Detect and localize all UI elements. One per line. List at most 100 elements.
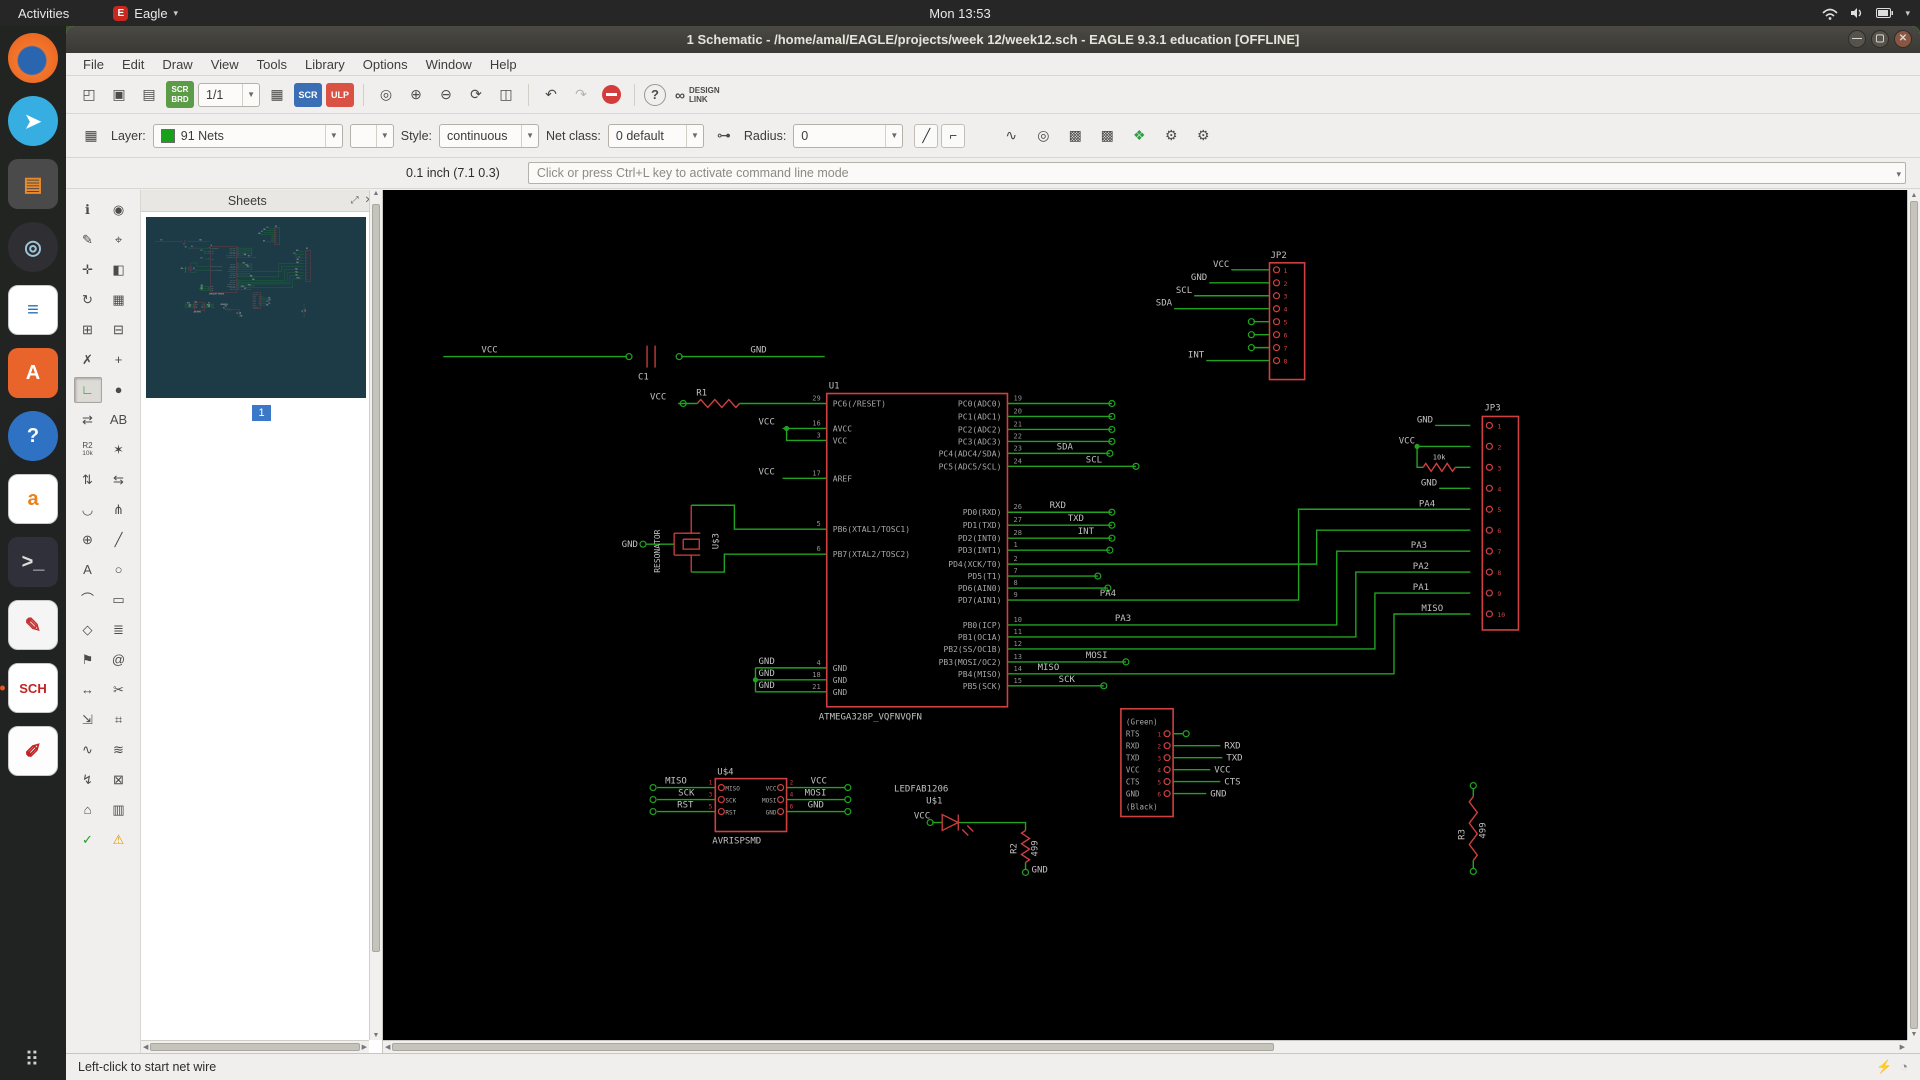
rotate-tool[interactable]: ↻ — [74, 287, 102, 313]
scroll-down-icon[interactable]: ▼ — [1911, 1031, 1918, 1038]
paste-tool[interactable]: ⊟ — [105, 317, 133, 343]
circle-tool[interactable]: ○ — [105, 557, 133, 583]
launcher-firefox[interactable] — [8, 33, 58, 83]
sheet-thumbnail[interactable] — [146, 217, 366, 398]
move-tool[interactable]: ✛ — [74, 257, 102, 283]
miter-tool[interactable]: ◡ — [74, 497, 102, 523]
activities-button[interactable]: Activities — [0, 6, 87, 21]
replace-tool[interactable]: ⇆ — [105, 467, 133, 493]
junction-dot[interactable] — [1414, 444, 1419, 449]
lock-tool[interactable]: ⊠ — [105, 767, 133, 793]
scroll-up-icon[interactable]: ▲ — [1911, 192, 1918, 199]
wire-bend-button-2[interactable]: ⌐ — [941, 124, 965, 148]
style-select[interactable]: continuous ▼ — [439, 124, 539, 148]
stretch-tool[interactable]: ⇲ — [74, 707, 102, 733]
help-button[interactable]: ? — [644, 84, 666, 106]
menu-tools[interactable]: Tools — [248, 55, 296, 74]
add-tool[interactable]: + — [105, 347, 133, 373]
ulp-button[interactable]: ULP — [326, 83, 354, 107]
grid-button[interactable]: ▦ — [78, 123, 104, 149]
polygon-tool[interactable]: ◇ — [74, 617, 102, 643]
node-icon[interactable]: ❖ — [1126, 123, 1152, 149]
sheet-tool[interactable]: ▥ — [105, 797, 133, 823]
zoom-out-button[interactable]: ⊖ — [433, 82, 459, 108]
zoom-redraw-button[interactable]: ⟳ — [463, 82, 489, 108]
canvas-horizontal-scrollbar[interactable]: ◀ ▶ — [383, 1040, 1907, 1053]
scroll-right-icon[interactable]: ▶ — [1900, 1043, 1905, 1051]
print-button[interactable]: ▤ — [136, 82, 162, 108]
optimize-tool[interactable]: ∿ — [74, 737, 102, 763]
scroll-right-icon[interactable]: ▶ — [362, 1043, 367, 1051]
smash-tool[interactable]: ✶ — [105, 437, 133, 463]
close-button[interactable]: ✕ — [1894, 30, 1912, 48]
minimize-button[interactable]: — — [1848, 30, 1866, 48]
launcher-help-app[interactable]: ? — [8, 411, 58, 461]
array-tool[interactable]: ⌗ — [105, 707, 133, 733]
undo-button[interactable]: ↶ — [538, 82, 564, 108]
save-button[interactable]: ▣ — [106, 82, 132, 108]
value-tool[interactable]: R210k — [74, 437, 102, 463]
canvas-vertical-scrollbar[interactable]: ▲ ▼ — [1907, 190, 1920, 1040]
grid-fine-icon[interactable]: ▩ — [1062, 123, 1088, 149]
launcher-terminal[interactable]: >_ — [8, 537, 58, 587]
bus-tool[interactable]: ≣ — [105, 617, 133, 643]
open-button[interactable]: ◰ — [76, 82, 102, 108]
key-icon[interactable]: ⊶ — [711, 123, 737, 149]
invoke-tool[interactable]: ⊕ — [74, 527, 102, 553]
design-link-button[interactable]: ∞DESIGNLINK — [670, 83, 725, 107]
text-tool[interactable]: A — [74, 557, 102, 583]
junction-dot[interactable] — [753, 677, 758, 682]
menu-file[interactable]: File — [74, 55, 113, 74]
scroll-left-icon[interactable]: ◀ — [143, 1043, 148, 1051]
sheet-combo[interactable]: 1/1▼ — [198, 83, 260, 107]
menu-options[interactable]: Options — [354, 55, 417, 74]
netclass-select[interactable]: 0 default ▼ — [608, 124, 704, 148]
menu-edit[interactable]: Edit — [113, 55, 153, 74]
dimension-tool[interactable]: ↔ — [74, 677, 102, 703]
launcher-notes-app[interactable]: ✎ — [8, 600, 58, 650]
net-tool[interactable]: ∟ — [74, 377, 102, 403]
radius-select[interactable]: 0 ▼ — [793, 124, 903, 148]
sheets-horizontal-scrollbar[interactable]: ◀ ▶ — [141, 1040, 369, 1053]
redo-button[interactable]: ↷ — [568, 82, 594, 108]
mark-tool[interactable]: ⌖ — [105, 227, 133, 253]
launcher-eagle-tool[interactable]: ✐ — [8, 726, 58, 776]
launcher-files-app[interactable]: ▤ — [8, 159, 58, 209]
mirror-tool[interactable]: ◧ — [105, 257, 133, 283]
zoom-select-button[interactable]: ◫ — [493, 82, 519, 108]
app-menu[interactable]: E Eagle ▾ — [113, 6, 178, 21]
erc-tool[interactable]: ✓ — [74, 827, 102, 853]
frame-button[interactable]: ▦ — [264, 82, 290, 108]
junction-tool[interactable]: ● — [105, 377, 133, 403]
sheet-number-badge[interactable]: 1 — [252, 405, 271, 421]
delete-tool[interactable]: ✗ — [74, 347, 102, 373]
erc-errors-tool[interactable]: ⚠ — [105, 827, 133, 853]
maximize-button[interactable]: ▢ — [1871, 30, 1889, 48]
cut-tool[interactable]: ✂ — [105, 677, 133, 703]
attribute-tool[interactable]: @ — [105, 647, 133, 673]
preferences-icon[interactable]: ⚙ — [1190, 123, 1216, 149]
launcher-amazon[interactable]: a — [8, 474, 58, 524]
menu-help[interactable]: Help — [481, 55, 526, 74]
sch-brd-toggle[interactable]: SCRBRD — [166, 81, 194, 108]
schematic-canvas[interactable]: VCCGNDC1VCCR1VCCVCCGNDGNDGNDU1ATMEGA328P… — [383, 190, 1907, 1041]
menu-library[interactable]: Library — [296, 55, 354, 74]
ripup-tool[interactable]: ↯ — [74, 767, 102, 793]
menu-draw[interactable]: Draw — [153, 55, 201, 74]
scroll-left-icon[interactable]: ◀ — [385, 1043, 390, 1051]
stop-button[interactable] — [602, 85, 621, 104]
info-tool[interactable]: ℹ — [74, 197, 102, 223]
wire-tool[interactable]: ╱ — [105, 527, 133, 553]
show-applications-button[interactable]: ⠿ — [0, 1047, 66, 1072]
gateswap-tool[interactable]: ⇅ — [74, 467, 102, 493]
meander-tool[interactable]: ≋ — [105, 737, 133, 763]
split-tool[interactable]: ⋔ — [105, 497, 133, 523]
launcher-messaging-app[interactable]: ➤ — [8, 96, 58, 146]
frame-tool[interactable]: ⌂ — [74, 797, 102, 823]
script-button[interactable]: SCR — [294, 83, 322, 107]
launcher-camera-app[interactable]: ◎ — [8, 222, 58, 272]
zoom-fit-button[interactable]: ◎ — [373, 82, 399, 108]
junction-dot[interactable] — [784, 426, 789, 431]
name-tool[interactable]: AB — [105, 407, 133, 433]
show-tool[interactable]: ◉ — [105, 197, 133, 223]
